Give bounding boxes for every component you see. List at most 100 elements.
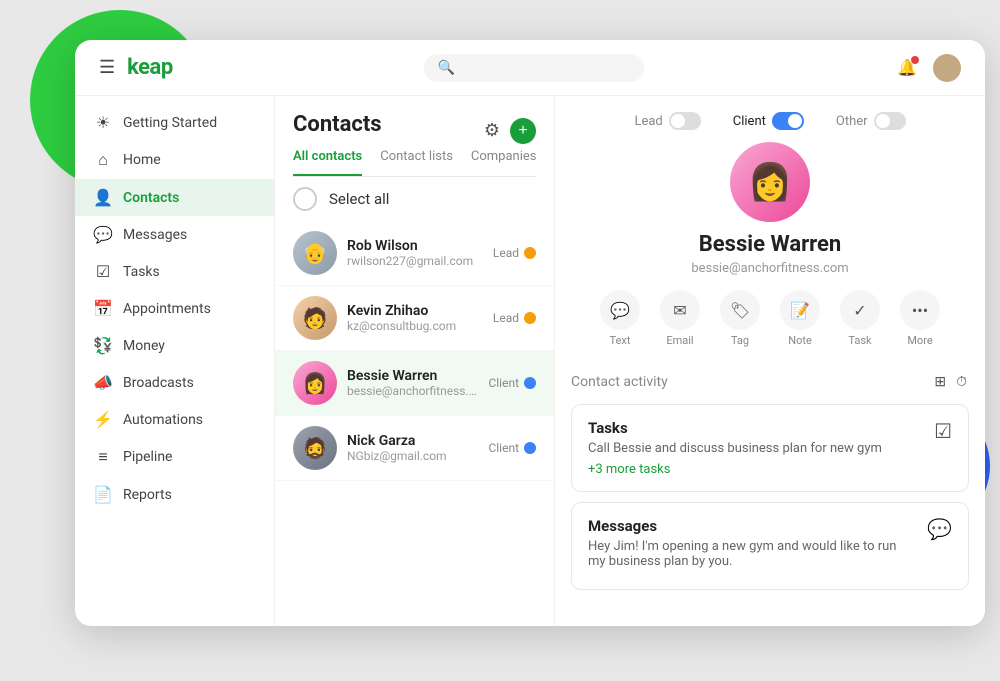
detail-panel: Lead Client Other 👩 Bessie Warren b — [555, 96, 985, 626]
contacts-header: Contacts ⚙ + All contacts Contact lists … — [275, 96, 554, 177]
sidebar-item-getting-started[interactable]: ☀ Getting Started — [75, 104, 274, 141]
user-avatar-topbar[interactable] — [933, 54, 961, 82]
contact-row-kevin-zhihao[interactable]: 🧑 Kevin Zhihao kz@consultbug.com Lead — [275, 286, 554, 351]
contacts-title: Contacts — [293, 112, 382, 137]
tasks-card-icon: ☑ — [934, 419, 952, 443]
status-toggle-lead[interactable]: Lead — [622, 108, 712, 134]
email-label: Email — [666, 334, 693, 347]
pipeline-icon: ≡ — [93, 447, 113, 467]
tag-label: Tag — [731, 334, 749, 347]
profile-name: Bessie Warren — [699, 232, 841, 257]
contact-email-bessie-warren: bessie@anchorfitness.com — [347, 384, 478, 398]
note-label: Note — [788, 334, 812, 347]
contact-info-kevin-zhihao: Kevin Zhihao kz@consultbug.com — [347, 303, 483, 333]
action-email[interactable]: ✉ Email — [660, 290, 700, 347]
toggle-pill-lead[interactable] — [669, 112, 701, 130]
status-label-other: Other — [836, 114, 868, 129]
tab-all-contacts[interactable]: All contacts — [293, 149, 362, 176]
contact-name-nick-garza: Nick Garza — [347, 433, 478, 449]
avatar-nick-garza: 🧔 — [293, 426, 337, 470]
toggle-pill-other[interactable] — [874, 112, 906, 130]
toggle-pill-client[interactable] — [772, 112, 804, 130]
tasks-card-more[interactable]: +3 more tasks — [588, 462, 882, 477]
sidebar-item-messages[interactable]: 💬 Messages — [75, 216, 274, 253]
activity-grid-view-button[interactable]: ⊞ — [932, 371, 948, 392]
contact-badge-rob-wilson: Lead — [493, 246, 536, 260]
sidebar-label-money: Money — [123, 338, 165, 354]
sidebar-item-tasks[interactable]: ☑ Tasks — [75, 253, 274, 290]
badge-dot-nick-garza — [524, 442, 536, 454]
task-icon: ✓ — [840, 290, 880, 330]
select-all-label: Select all — [329, 190, 389, 208]
activity-header-icons: ⊞ ⏱ — [932, 371, 969, 392]
notification-bell[interactable]: 🔔 — [893, 54, 921, 82]
badge-label-rob-wilson: Lead — [493, 246, 519, 260]
sidebar-label-automations: Automations — [123, 412, 203, 428]
add-contact-button[interactable]: + — [510, 118, 536, 144]
status-toggle-other[interactable]: Other — [824, 108, 918, 134]
action-more[interactable]: ••• More — [900, 290, 940, 347]
sidebar-item-appointments[interactable]: 📅 Appointments — [75, 290, 274, 327]
sidebar-label-appointments: Appointments — [123, 301, 211, 317]
sidebar-label-pipeline: Pipeline — [123, 449, 173, 465]
select-all-row[interactable]: Select all — [275, 177, 554, 221]
menu-icon[interactable]: ☰ — [99, 57, 115, 78]
sidebar-item-money[interactable]: 💱 Money — [75, 327, 274, 364]
sidebar-label-reports: Reports — [123, 487, 172, 503]
sidebar-item-automations[interactable]: ⚡ Automations — [75, 401, 274, 438]
search-bar[interactable]: 🔍 — [424, 54, 644, 82]
contact-row-rob-wilson[interactable]: 👴 Rob Wilson rwilson227@gmail.com Lead — [275, 221, 554, 286]
badge-dot-rob-wilson — [524, 247, 536, 259]
activity-card-messages: Messages Hey Jim! I'm opening a new gym … — [571, 502, 969, 590]
contacts-tabs: All contacts Contact lists Companies — [293, 149, 536, 177]
automations-icon: ⚡ — [93, 410, 113, 429]
topbar: ☰ keap 🔍 🔔 — [75, 40, 985, 96]
note-icon: 📝 — [780, 290, 820, 330]
sidebar-item-contacts[interactable]: 👤 Contacts — [75, 179, 274, 216]
avatar-kevin-zhihao: 🧑 — [293, 296, 337, 340]
activity-section: Contact activity ⊞ ⏱ Tasks Call Bessie a… — [555, 363, 985, 626]
contact-info-bessie-warren: Bessie Warren bessie@anchorfitness.com — [347, 368, 478, 398]
action-tag[interactable]: 🏷 Tag — [720, 290, 760, 347]
select-all-checkbox[interactable] — [293, 187, 317, 211]
text-icon: 💬 — [600, 290, 640, 330]
contacts-list: 👴 Rob Wilson rwilson227@gmail.com Lead 🧑 — [275, 221, 554, 626]
status-label-client: Client — [733, 114, 766, 129]
more-label: More — [907, 334, 932, 347]
sidebar-item-home[interactable]: ⌂ Home — [75, 141, 274, 179]
more-icon: ••• — [900, 290, 940, 330]
activity-filter-button[interactable]: ⏱ — [954, 371, 969, 392]
tasks-icon: ☑ — [93, 262, 113, 281]
reports-icon: 📄 — [93, 485, 113, 504]
search-input[interactable] — [461, 60, 630, 76]
status-label-lead: Lead — [634, 114, 662, 129]
badge-label-nick-garza: Client — [488, 441, 519, 455]
tab-contact-lists[interactable]: Contact lists — [380, 149, 453, 176]
activity-header: Contact activity ⊞ ⏱ — [571, 363, 969, 404]
contact-name-kevin-zhihao: Kevin Zhihao — [347, 303, 483, 319]
messages-icon: 💬 — [93, 225, 113, 244]
sidebar-item-reports[interactable]: 📄 Reports — [75, 476, 274, 513]
tag-icon: 🏷 — [720, 290, 760, 330]
badge-label-bessie-warren: Client — [488, 376, 519, 390]
tab-companies[interactable]: Companies — [471, 149, 537, 176]
sidebar-label-messages: Messages — [123, 227, 187, 243]
contact-row-bessie-warren[interactable]: 👩 Bessie Warren bessie@anchorfitness.com… — [275, 351, 554, 416]
contact-email-nick-garza: NGbiz@gmail.com — [347, 449, 478, 463]
sidebar-item-pipeline[interactable]: ≡ Pipeline — [75, 438, 274, 476]
badge-dot-kevin-zhihao — [524, 312, 536, 324]
filter-button[interactable]: ⚙ — [482, 118, 502, 143]
contact-info-rob-wilson: Rob Wilson rwilson227@gmail.com — [347, 238, 483, 268]
sidebar-item-broadcasts[interactable]: 📣 Broadcasts — [75, 364, 274, 401]
contact-badge-kevin-zhihao: Lead — [493, 311, 536, 325]
action-note[interactable]: 📝 Note — [780, 290, 820, 347]
action-task[interactable]: ✓ Task — [840, 290, 880, 347]
avatar-rob-wilson: 👴 — [293, 231, 337, 275]
logo: keap — [127, 55, 173, 80]
action-text[interactable]: 💬 Text — [600, 290, 640, 347]
contact-row-nick-garza[interactable]: 🧔 Nick Garza NGbiz@gmail.com Client — [275, 416, 554, 481]
getting-started-icon: ☀ — [93, 113, 113, 132]
email-icon: ✉ — [660, 290, 700, 330]
status-toggle-client[interactable]: Client — [721, 108, 816, 134]
tasks-card-desc: Call Bessie and discuss business plan fo… — [588, 441, 882, 456]
